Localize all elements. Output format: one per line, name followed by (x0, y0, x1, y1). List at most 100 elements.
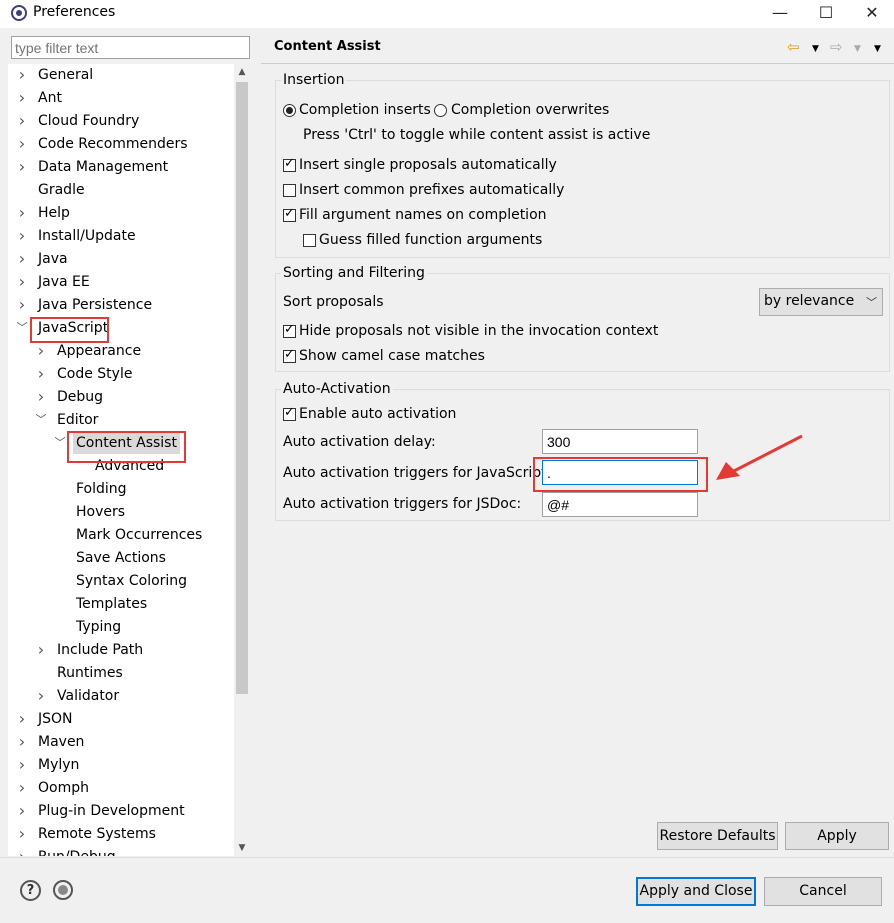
tree-item-run-debug[interactable]: › Run/Debug (8, 846, 234, 856)
fill-args-label: Fill argument names on completion (299, 207, 547, 223)
view-menu-icon[interactable]: ▼ (874, 44, 881, 54)
chevron-right-icon[interactable]: › (16, 800, 28, 822)
chevron-down-icon[interactable]: ﹀ (35, 409, 47, 431)
tree-item-validator[interactable]: › Validator (8, 685, 234, 708)
tree-item-gradle[interactable]: Gradle (8, 179, 234, 202)
insert-single-checkbox[interactable] (283, 156, 296, 172)
forward-arrow-icon[interactable]: ⇨ (830, 38, 843, 56)
tree-item-plug-in-development[interactable]: › Plug-in Development (8, 800, 234, 823)
chevron-right-icon[interactable]: › (16, 110, 28, 132)
tree-item-code-style[interactable]: › Code Style (8, 363, 234, 386)
tree-item-label: Code Recommenders (38, 136, 188, 152)
tree-item-editor[interactable]: ﹀ Editor (8, 409, 234, 432)
tree-item-label: Include Path (57, 642, 144, 658)
chevron-right-icon[interactable]: › (16, 133, 28, 155)
chevron-right-icon[interactable]: › (35, 340, 47, 362)
chevron-right-icon[interactable]: › (35, 363, 47, 385)
tree-item-label: Mylyn (38, 757, 80, 773)
chevron-right-icon[interactable]: › (16, 225, 28, 247)
chevron-right-icon[interactable]: › (16, 156, 28, 178)
chevron-right-icon[interactable]: › (35, 386, 47, 408)
forward-menu-icon[interactable]: ▼ (854, 44, 861, 54)
scroll-up-icon[interactable]: ▲ (234, 64, 250, 80)
apply-and-close-button[interactable]: Apply and Close (636, 877, 756, 906)
tree-item-json[interactable]: › JSON (8, 708, 234, 731)
camel-case-checkbox[interactable] (283, 347, 296, 363)
sort-proposals-label: Sort proposals (283, 294, 384, 310)
fill-args-checkbox[interactable] (283, 206, 296, 222)
close-button[interactable]: ✕ (849, 2, 894, 24)
filter-input[interactable] (11, 36, 250, 59)
auto-delay-input[interactable] (542, 429, 698, 454)
chevron-right-icon[interactable]: › (16, 248, 28, 270)
jsdoc-triggers-input[interactable] (542, 492, 698, 517)
chevron-right-icon[interactable]: › (16, 708, 28, 730)
chevron-right-icon[interactable]: › (16, 202, 28, 224)
minimize-button[interactable]: — (757, 2, 803, 24)
tree-item-runtimes[interactable]: Runtimes (8, 662, 234, 685)
tree-item-hovers[interactable]: Hovers (8, 501, 234, 524)
tree-item-maven[interactable]: › Maven (8, 731, 234, 754)
tree-item-general[interactable]: › General (8, 64, 234, 87)
js-triggers-label: Auto activation triggers for JavaScript: (283, 465, 552, 481)
tree-item-code-recommenders[interactable]: › Code Recommenders (8, 133, 234, 156)
tree-item-typing[interactable]: Typing (8, 616, 234, 639)
sort-proposals-select[interactable]: by relevance ﹀ (759, 288, 883, 316)
help-icon[interactable]: ? (20, 880, 41, 901)
chevron-right-icon[interactable]: › (16, 271, 28, 293)
tree-item-oomph[interactable]: › Oomph (8, 777, 234, 800)
chevron-right-icon[interactable]: › (35, 639, 47, 661)
tree-item-cloud-foundry[interactable]: › Cloud Foundry (8, 110, 234, 133)
tree-item-syntax-coloring[interactable]: Syntax Coloring (8, 570, 234, 593)
restore-defaults-button[interactable]: Restore Defaults (657, 822, 778, 850)
tree-item-remote-systems[interactable]: › Remote Systems (8, 823, 234, 846)
tree-item-label: Plug-in Development (38, 803, 185, 819)
tree-item-templates[interactable]: Templates (8, 593, 234, 616)
record-icon[interactable] (53, 880, 73, 900)
chevron-right-icon[interactable]: › (16, 823, 28, 845)
tree-item-debug[interactable]: › Debug (8, 386, 234, 409)
maximize-button[interactable]: ☐ (803, 2, 849, 24)
enable-auto-activation-checkbox[interactable] (283, 405, 296, 421)
tree-item-java-ee[interactable]: › Java EE (8, 271, 234, 294)
tree-item-label: General (38, 67, 94, 83)
tree-item-mylyn[interactable]: › Mylyn (8, 754, 234, 777)
chevron-right-icon[interactable]: › (16, 754, 28, 776)
cancel-button[interactable]: Cancel (764, 877, 882, 906)
tree-item-include-path[interactable]: › Include Path (8, 639, 234, 662)
chevron-right-icon[interactable]: › (16, 64, 28, 86)
completion-inserts-radio[interactable] (283, 104, 296, 117)
tree-item-label: Oomph (38, 780, 89, 796)
chevron-down-icon[interactable]: ﹀ (54, 432, 66, 454)
tree-scrollbar-thumb[interactable] (236, 82, 248, 694)
tree-item-appearance[interactable]: › Appearance (8, 340, 234, 363)
tree-item-folding[interactable]: Folding (8, 478, 234, 501)
auto-delay-label: Auto activation delay: (283, 434, 436, 450)
tree-item-mark-occurrences[interactable]: Mark Occurrences (8, 524, 234, 547)
hide-proposals-checkbox[interactable] (283, 322, 296, 338)
apply-button[interactable]: Apply (785, 822, 889, 850)
chevron-down-icon[interactable]: ﹀ (16, 317, 28, 339)
tree-item-java-persistence[interactable]: › Java Persistence (8, 294, 234, 317)
chevron-right-icon[interactable]: › (16, 294, 28, 316)
tree-item-install-update[interactable]: › Install/Update (8, 225, 234, 248)
scroll-down-icon[interactable]: ▼ (234, 840, 250, 856)
completion-overwrites-radio[interactable] (434, 104, 447, 117)
back-menu-icon[interactable]: ▼ (812, 44, 819, 54)
tree-item-ant[interactable]: › Ant (8, 87, 234, 110)
chevron-right-icon[interactable]: › (16, 731, 28, 753)
tree-item-data-management[interactable]: › Data Management (8, 156, 234, 179)
tree-item-help[interactable]: › Help (8, 202, 234, 225)
tree-item-save-actions[interactable]: Save Actions (8, 547, 234, 570)
chevron-right-icon[interactable]: › (16, 777, 28, 799)
insert-common-checkbox[interactable] (283, 184, 296, 197)
tree-item-label: Cloud Foundry (38, 113, 140, 129)
tree-item-java[interactable]: › Java (8, 248, 234, 271)
guess-args-checkbox[interactable] (303, 234, 316, 247)
chevron-right-icon[interactable]: › (35, 685, 47, 707)
chevron-right-icon[interactable]: › (16, 846, 28, 856)
tree-item-label: Mark Occurrences (76, 527, 203, 543)
insert-common-label: Insert common prefixes automatically (299, 182, 565, 198)
back-arrow-icon[interactable]: ⇦ (787, 38, 800, 56)
chevron-right-icon[interactable]: › (16, 87, 28, 109)
